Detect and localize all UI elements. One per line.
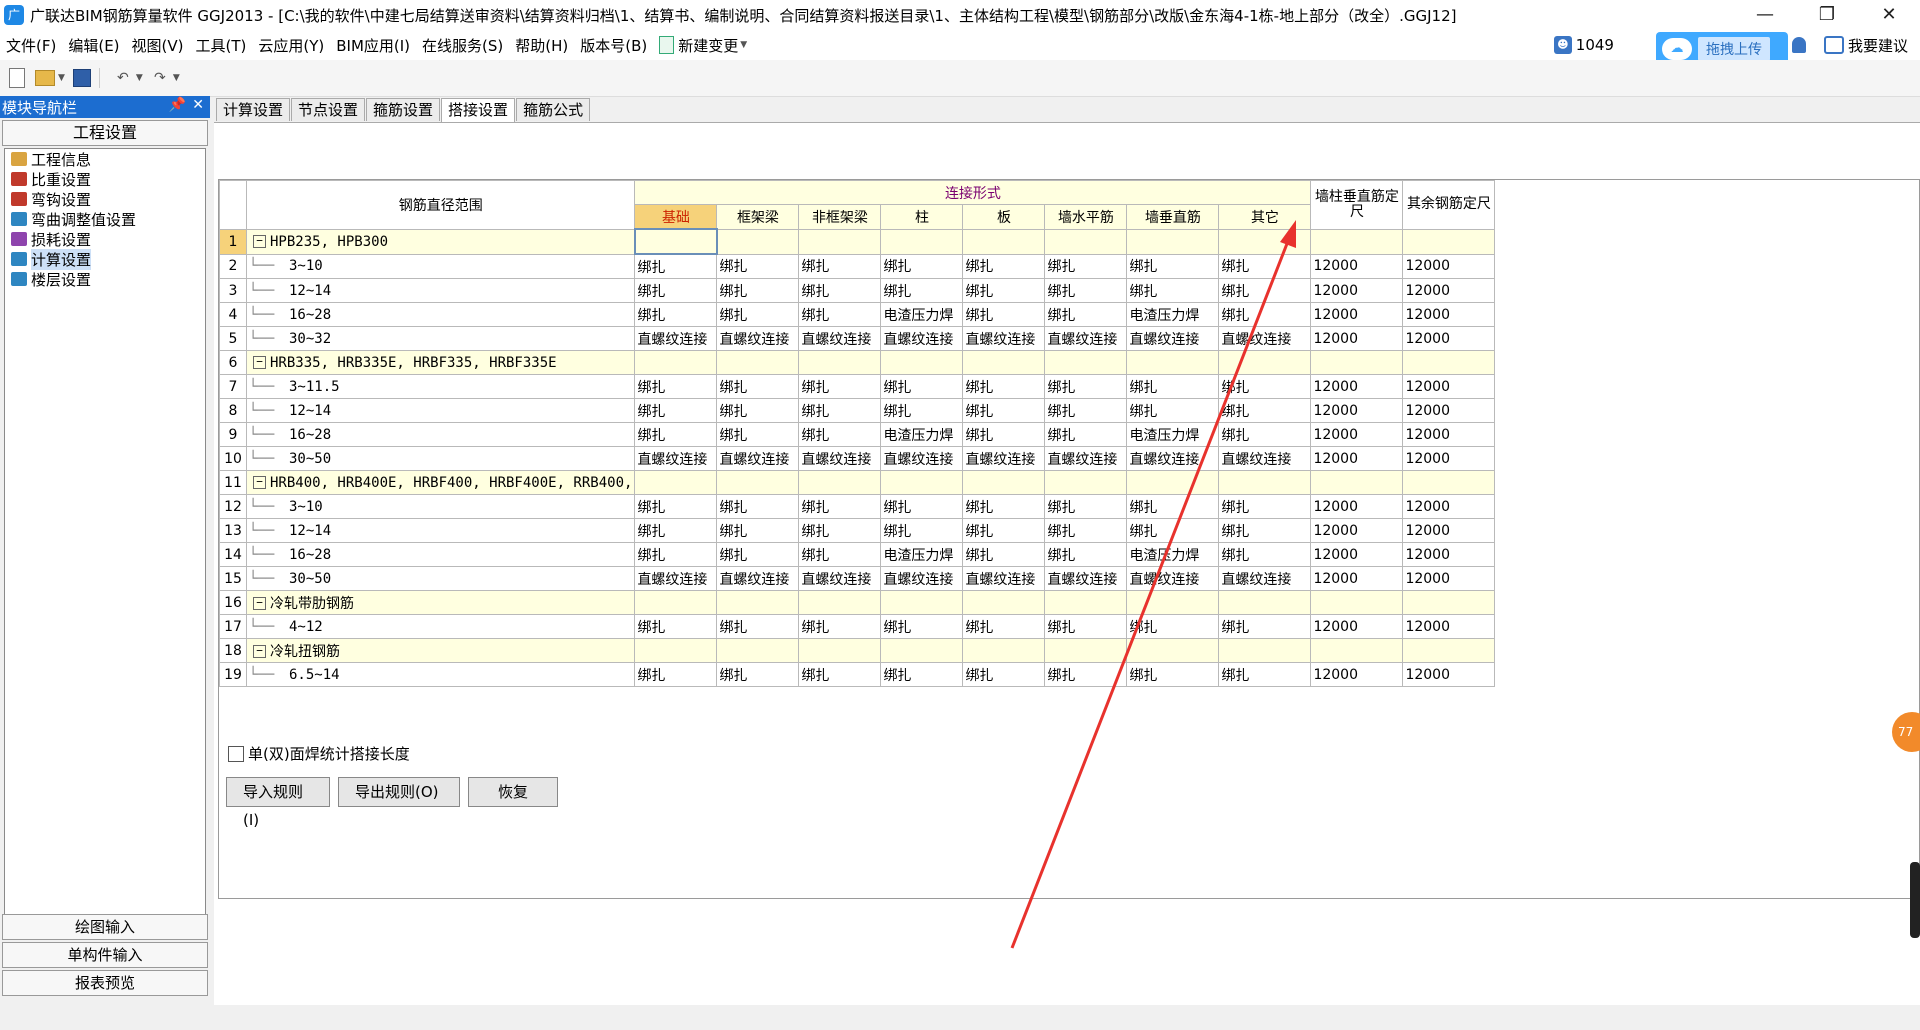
side-scroll-handle[interactable]: [1910, 862, 1920, 938]
annotation-arrow-head: [1280, 220, 1296, 248]
annotation-arrow: [1010, 220, 1296, 949]
annotation-arrow-line: [1010, 235, 1292, 949]
